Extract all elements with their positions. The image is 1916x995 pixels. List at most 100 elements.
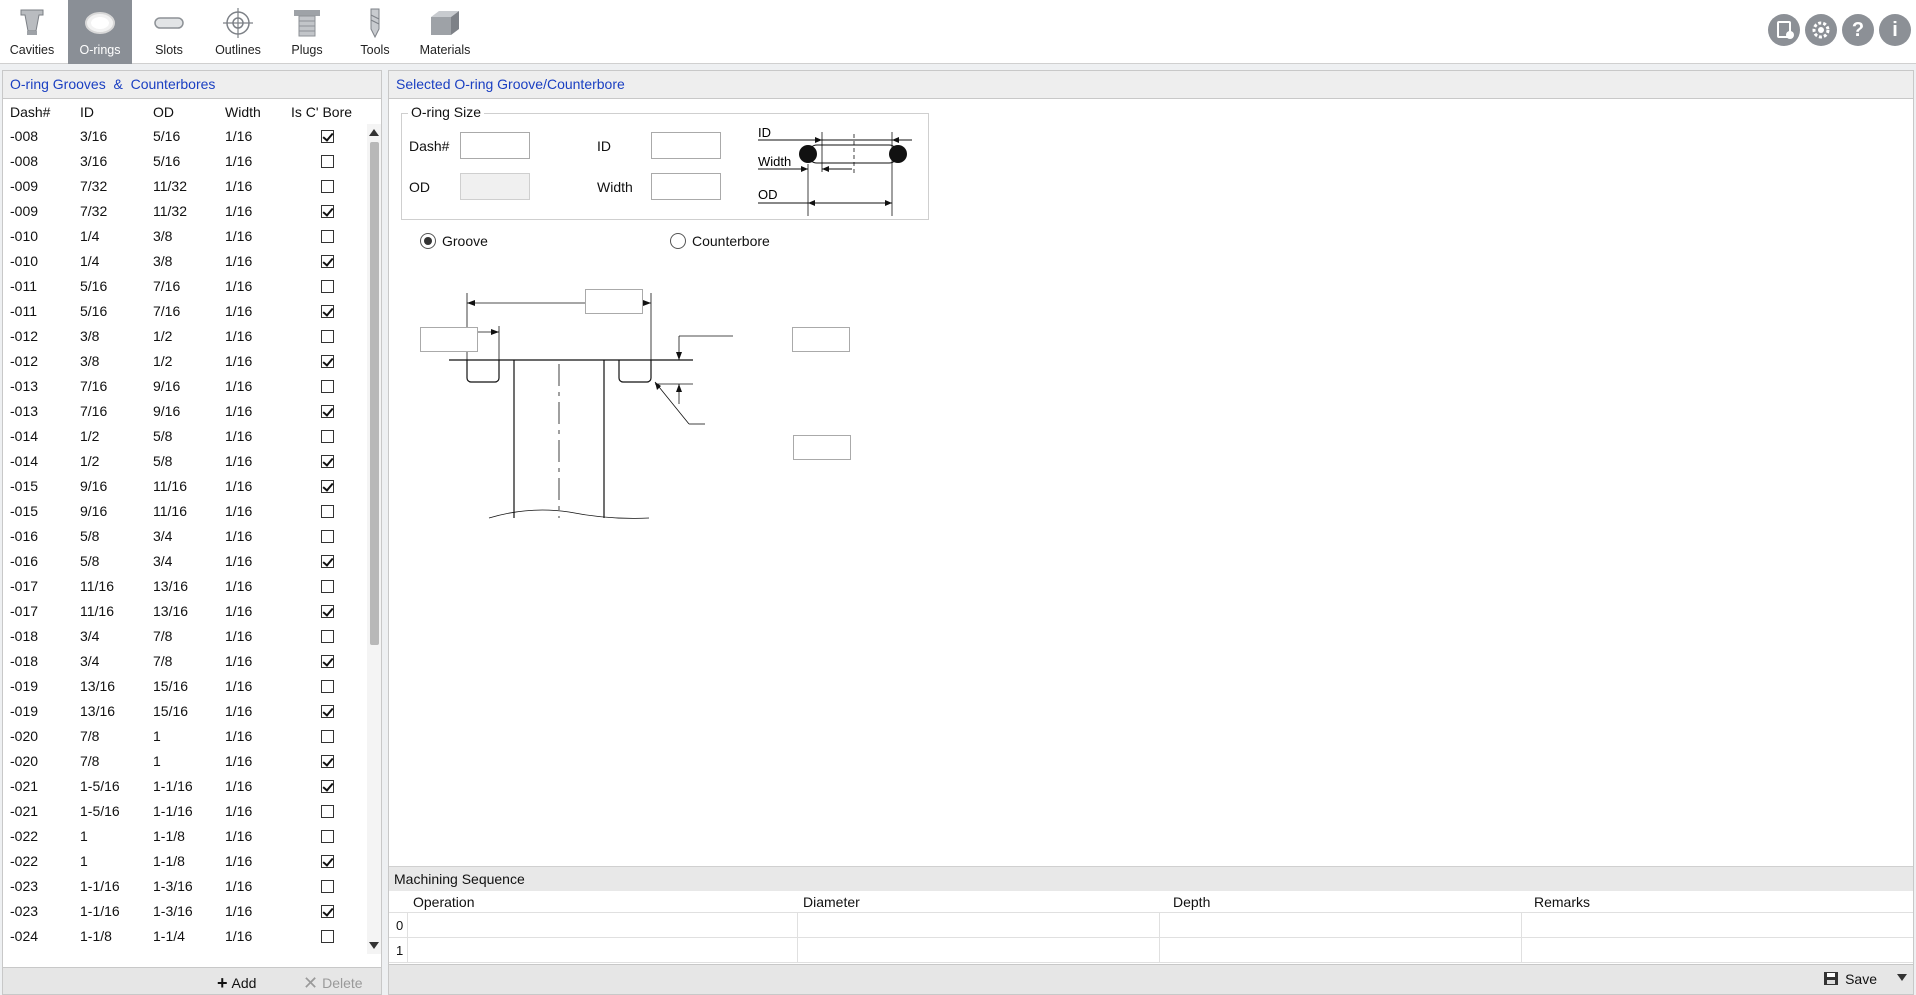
groove-row[interactable]: -021 1-5/16 1-1/16 1/16 xyxy=(3,799,365,824)
groove-row[interactable]: -009 7/32 11/32 1/16 xyxy=(3,174,365,199)
is-cbore-checkbox[interactable] xyxy=(321,355,334,368)
is-cbore-checkbox[interactable] xyxy=(321,330,334,343)
is-cbore-checkbox[interactable] xyxy=(321,780,334,793)
is-cbore-checkbox[interactable] xyxy=(321,605,334,618)
groove-row[interactable]: -012 3/8 1/2 1/16 xyxy=(3,324,365,349)
groove-radius-input[interactable] xyxy=(793,435,851,460)
is-cbore-checkbox[interactable] xyxy=(321,830,334,843)
groove-row[interactable]: -021 1-5/16 1-1/16 1/16 xyxy=(3,774,365,799)
grooves-scrollbar[interactable] xyxy=(367,124,381,954)
is-cbore-checkbox[interactable] xyxy=(321,855,334,868)
header-remarks[interactable]: Remarks xyxy=(1534,894,1590,910)
groove-row[interactable]: -010 1/4 3/8 1/16 xyxy=(3,224,365,249)
save-dropdown-icon[interactable] xyxy=(1897,974,1907,981)
groove-row[interactable]: -018 3/4 7/8 1/16 xyxy=(3,649,365,674)
header-od[interactable]: OD xyxy=(153,104,174,120)
is-cbore-checkbox[interactable] xyxy=(321,630,334,643)
remarks-cell[interactable] xyxy=(1521,913,1913,937)
groove-radio-dot[interactable] xyxy=(420,233,436,250)
counterbore-radio-dot[interactable] xyxy=(670,233,686,250)
toolbar-outlines-button[interactable]: Outlines xyxy=(206,0,270,64)
groove-row[interactable]: -022 1 1-1/8 1/16 xyxy=(3,849,365,874)
toolbar-materials-button[interactable]: Materials xyxy=(412,0,478,64)
toolbar-o-rings-button[interactable]: O-rings xyxy=(68,0,132,64)
groove-row[interactable]: -009 7/32 11/32 1/16 xyxy=(3,199,365,224)
operation-cell[interactable] xyxy=(407,913,797,937)
is-cbore-checkbox[interactable] xyxy=(321,130,334,143)
is-cbore-checkbox[interactable] xyxy=(321,805,334,818)
toolbar-cavities-button[interactable]: Cavities xyxy=(0,0,64,64)
groove-row[interactable]: -016 5/8 3/4 1/16 xyxy=(3,549,365,574)
is-cbore-checkbox[interactable] xyxy=(321,155,334,168)
groove-row[interactable]: -010 1/4 3/8 1/16 xyxy=(3,249,365,274)
is-cbore-checkbox[interactable] xyxy=(321,530,334,543)
is-cbore-checkbox[interactable] xyxy=(321,505,334,518)
groove-row[interactable]: -014 1/2 5/8 1/16 xyxy=(3,449,365,474)
import-button[interactable] xyxy=(1768,14,1800,46)
is-cbore-checkbox[interactable] xyxy=(321,305,334,318)
toolbar-tools-button[interactable]: Tools xyxy=(343,0,407,64)
groove-row[interactable]: -023 1-1/16 1-3/16 1/16 xyxy=(3,874,365,899)
header-is-cbore[interactable]: Is C' Bore xyxy=(291,104,352,120)
groove-row[interactable]: -024 1-1/8 1-1/4 1/16 xyxy=(3,924,365,949)
groove-row[interactable]: -019 13/16 15/16 1/16 xyxy=(3,674,365,699)
depth-cell[interactable] xyxy=(1159,938,1521,962)
groove-width-input[interactable] xyxy=(585,289,643,314)
counterbore-radio[interactable]: Counterbore xyxy=(670,233,770,250)
scroll-down-icon[interactable] xyxy=(369,942,379,949)
groove-row[interactable]: -014 1/2 5/8 1/16 xyxy=(3,424,365,449)
is-cbore-checkbox[interactable] xyxy=(321,380,334,393)
add-button[interactable]: + Add xyxy=(217,972,256,993)
header-width[interactable]: Width xyxy=(225,104,261,120)
is-cbore-checkbox[interactable] xyxy=(321,680,334,693)
groove-row[interactable]: -013 7/16 9/16 1/16 xyxy=(3,399,365,424)
is-cbore-checkbox[interactable] xyxy=(321,555,334,568)
is-cbore-checkbox[interactable] xyxy=(321,430,334,443)
width-input[interactable] xyxy=(651,173,721,200)
is-cbore-checkbox[interactable] xyxy=(321,205,334,218)
remarks-cell[interactable] xyxy=(1521,938,1913,962)
groove-row[interactable]: -011 5/16 7/16 1/16 xyxy=(3,274,365,299)
groove-depth-input[interactable] xyxy=(792,327,850,352)
is-cbore-checkbox[interactable] xyxy=(321,230,334,243)
groove-row[interactable]: -019 13/16 15/16 1/16 xyxy=(3,699,365,724)
is-cbore-checkbox[interactable] xyxy=(321,905,334,918)
groove-row[interactable]: -020 7/8 1 1/16 xyxy=(3,749,365,774)
is-cbore-checkbox[interactable] xyxy=(321,705,334,718)
is-cbore-checkbox[interactable] xyxy=(321,480,334,493)
groove-row[interactable]: -017 11/16 13/16 1/16 xyxy=(3,574,365,599)
is-cbore-checkbox[interactable] xyxy=(321,280,334,293)
toolbar-slots-button[interactable]: Slots xyxy=(137,0,201,64)
is-cbore-checkbox[interactable] xyxy=(321,730,334,743)
groove-row[interactable]: -008 3/16 5/16 1/16 xyxy=(3,124,365,149)
groove-row[interactable]: -022 1 1-1/8 1/16 xyxy=(3,824,365,849)
toolbar-plugs-button[interactable]: Plugs xyxy=(275,0,339,64)
depth-cell[interactable] xyxy=(1159,913,1521,937)
dash-input[interactable] xyxy=(460,132,530,159)
help-button[interactable]: ? xyxy=(1842,14,1874,46)
is-cbore-checkbox[interactable] xyxy=(321,455,334,468)
groove-row[interactable]: -015 9/16 11/16 1/16 xyxy=(3,499,365,524)
diameter-cell[interactable] xyxy=(797,913,1159,937)
machining-row[interactable]: 0 xyxy=(389,913,1913,938)
id-input[interactable] xyxy=(651,132,721,159)
is-cbore-checkbox[interactable] xyxy=(321,655,334,668)
groove-row[interactable]: -018 3/4 7/8 1/16 xyxy=(3,624,365,649)
header-operation[interactable]: Operation xyxy=(413,894,474,910)
groove-row[interactable]: -023 1-1/16 1-3/16 1/16 xyxy=(3,899,365,924)
groove-row[interactable]: -016 5/8 3/4 1/16 xyxy=(3,524,365,549)
settings-button[interactable] xyxy=(1805,14,1837,46)
scroll-up-icon[interactable] xyxy=(369,129,379,136)
info-button[interactable]: i xyxy=(1879,14,1911,46)
groove-row[interactable]: -013 7/16 9/16 1/16 xyxy=(3,374,365,399)
save-button[interactable]: Save xyxy=(1823,971,1877,987)
is-cbore-checkbox[interactable] xyxy=(321,580,334,593)
groove-row[interactable]: -017 11/16 13/16 1/16 xyxy=(3,599,365,624)
is-cbore-checkbox[interactable] xyxy=(321,255,334,268)
delete-button[interactable]: ✕ Delete xyxy=(303,972,363,993)
header-dash[interactable]: Dash# xyxy=(10,104,50,120)
groove-row[interactable]: -012 3/8 1/2 1/16 xyxy=(3,349,365,374)
groove-radio[interactable]: Groove xyxy=(420,233,488,250)
diameter-cell[interactable] xyxy=(797,938,1159,962)
groove-row[interactable]: -020 7/8 1 1/16 xyxy=(3,724,365,749)
